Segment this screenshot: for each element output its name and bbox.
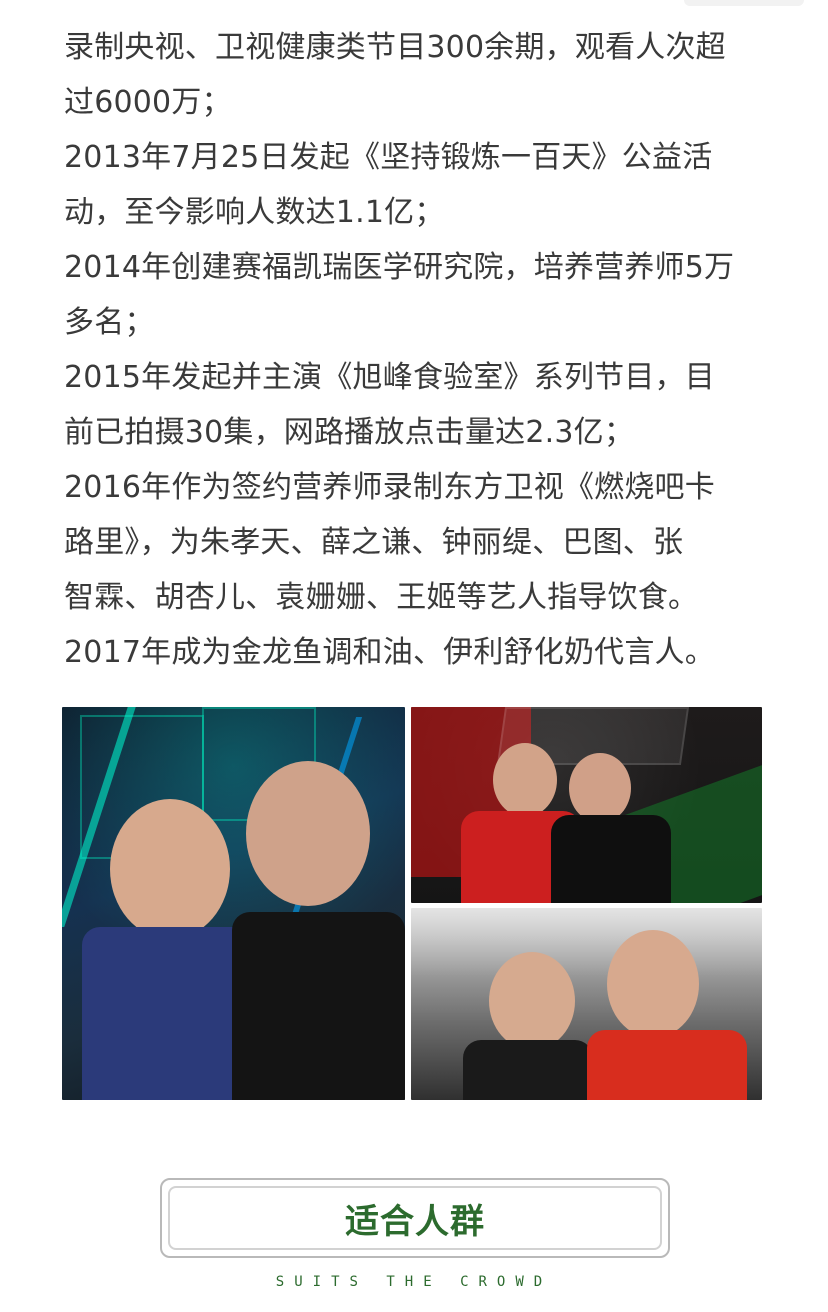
text-line: 录制央视、卫视健康类节目300余期，观看人次超 [64, 30, 726, 65]
photo-right-bottom [411, 908, 762, 1100]
person-body [463, 1040, 593, 1100]
photo-right-top [411, 707, 762, 903]
text-line: 2013年7月25日发起《坚持锻炼一百天》公益活 [64, 140, 713, 175]
person-face [607, 930, 699, 1038]
text-line: 路里》，为朱孝天、薛之谦、钟丽缇、巴图、张 [64, 525, 684, 560]
text-line: 2014年创建赛福凯瑞医学研究院，培养营养师5万 [64, 250, 735, 285]
person-face [493, 743, 557, 817]
text-line: 智霖、胡杏儿、袁姗姗、王姬等艺人指导饮食。 [64, 580, 699, 615]
bio-text-block: 录制央视、卫视健康类节目300余期，观看人次超 过6000万； 2013年7月2… [64, 20, 764, 680]
suitable-crowd-label: 适合人群 [345, 1201, 485, 1242]
photo-left [62, 707, 405, 1100]
person-face [569, 753, 631, 823]
suitable-crowd-subtitle: SUITS THE CROWD [275, 1274, 553, 1290]
text-line: 2016年作为签约营养师录制东方卫视《燃烧吧卡 [64, 470, 715, 505]
person-body [587, 1030, 747, 1100]
text-line: 前已拍摄30集，网路播放点击量达2.3亿； [64, 415, 635, 450]
text-line: 动，至今影响人数达1.1亿； [64, 195, 445, 230]
text-line: 2017年成为金龙鱼调和油、伊利舒化奶代言人。 [64, 635, 715, 670]
person-face [110, 799, 230, 939]
person-face [489, 952, 575, 1050]
text-line: 2015年发起并主演《旭峰食验室》系列节目，目 [64, 360, 715, 395]
suitable-crowd-button-inner: 适合人群 [168, 1186, 662, 1250]
text-line: 过6000万； [64, 85, 232, 120]
text-line: 多名； [64, 305, 155, 340]
photo-collage [62, 707, 762, 1100]
suitable-crowd-button[interactable]: 适合人群 [160, 1178, 670, 1258]
person-face [246, 761, 370, 906]
top-edge-sliver [684, 0, 804, 6]
person-body [232, 912, 405, 1100]
person-body [82, 927, 257, 1100]
person-body [551, 815, 671, 903]
